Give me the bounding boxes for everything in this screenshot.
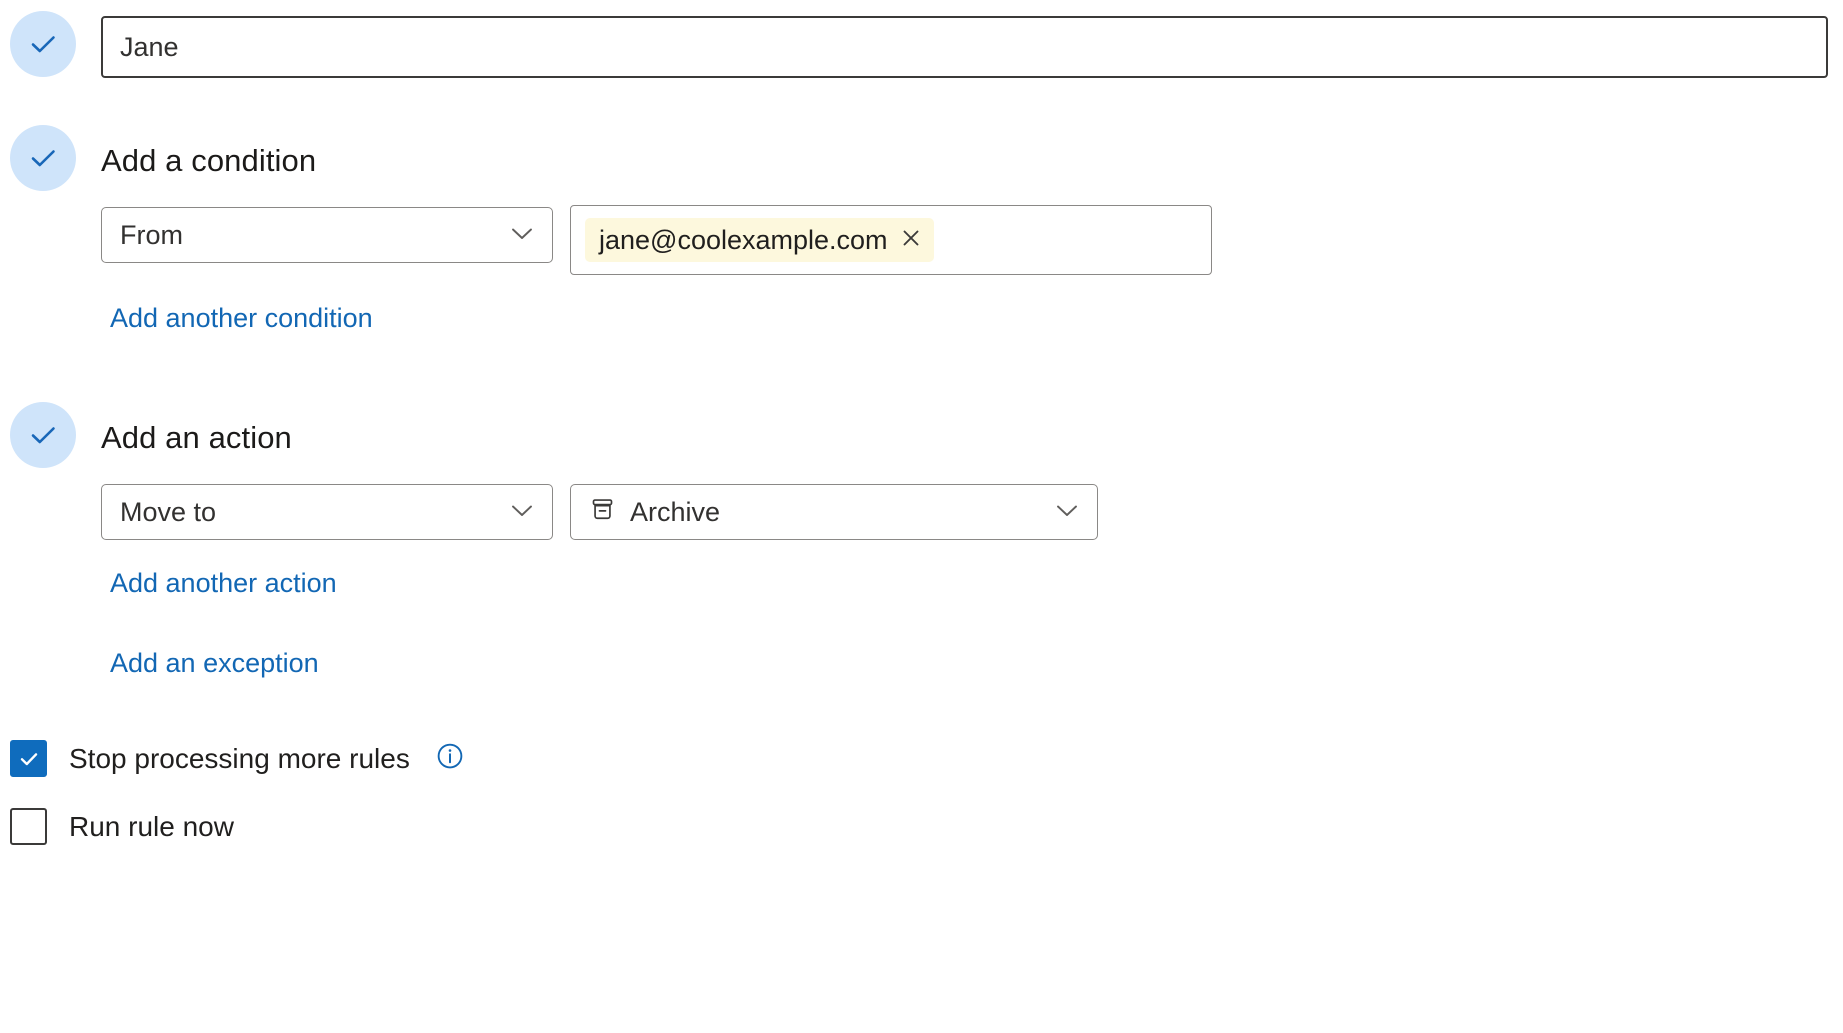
condition-recipients-field[interactable]: jane@coolexample.com	[570, 205, 1212, 275]
run-rule-now-label: Run rule now	[69, 810, 234, 842]
archive-icon	[589, 496, 616, 528]
stop-processing-option-row: Stop processing more rules	[10, 740, 465, 777]
add-another-condition-link[interactable]: Add another condition	[110, 303, 373, 334]
condition-type-dropdown[interactable]: From	[101, 207, 553, 263]
recipient-token-label: jane@coolexample.com	[599, 224, 888, 255]
action-target-dropdown[interactable]: Archive	[570, 484, 1098, 540]
chevron-down-icon	[508, 219, 536, 252]
stop-processing-label: Stop processing more rules	[69, 742, 410, 774]
run-rule-now-option-row: Run rule now	[10, 808, 234, 845]
action-target-value: Archive	[630, 496, 721, 527]
close-icon[interactable]	[900, 227, 922, 254]
rule-name-input[interactable]	[101, 16, 1828, 78]
stop-processing-checkbox[interactable]	[10, 740, 47, 777]
condition-type-value: From	[120, 219, 183, 250]
rule-name-row	[0, 11, 1843, 81]
add-an-exception-link[interactable]: Add an exception	[110, 648, 319, 679]
action-section-title: Add an action	[101, 420, 292, 455]
condition-section-title: Add a condition	[101, 143, 317, 178]
action-type-value: Move to	[120, 496, 217, 527]
info-circle-icon[interactable]	[435, 741, 465, 776]
run-rule-now-checkbox[interactable]	[10, 808, 47, 845]
rule-editor-panel: Add a condition From jane@coolexample.co…	[0, 0, 1843, 1033]
chevron-down-icon	[508, 496, 536, 529]
action-type-dropdown[interactable]: Move to	[101, 484, 553, 540]
recipient-token[interactable]: jane@coolexample.com	[585, 218, 934, 262]
add-another-action-link[interactable]: Add another action	[110, 568, 337, 599]
step-complete-icon-action	[10, 402, 76, 468]
step-complete-icon-condition	[10, 125, 76, 191]
chevron-down-icon	[1053, 496, 1081, 529]
